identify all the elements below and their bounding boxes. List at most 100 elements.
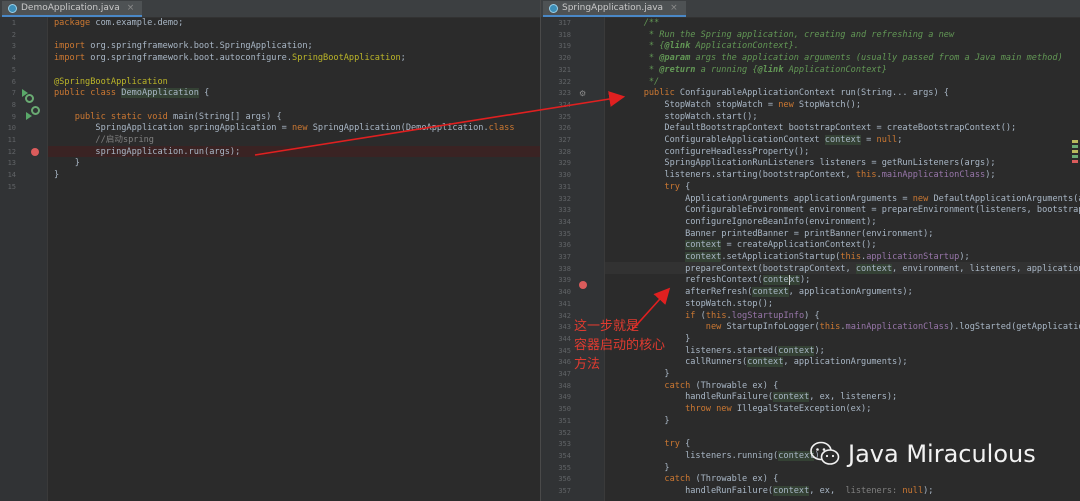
line-number: 10 — [7, 124, 16, 133]
code-line[interactable]: Banner printedBanner = printBanner(envir… — [623, 229, 933, 241]
line-number: 320 — [558, 54, 571, 63]
line-number: 9 — [11, 112, 16, 121]
code-line[interactable]: //启动spring — [54, 135, 154, 147]
line-number: 317 — [558, 19, 571, 27]
code-line[interactable]: stopWatch.start(); — [623, 112, 757, 124]
annotation-note: 这一步就是 容器启动的核心 方法 — [574, 319, 666, 372]
code-line[interactable]: try { — [623, 182, 690, 194]
code-line[interactable]: * @param args the application arguments … — [623, 53, 1063, 65]
code-line[interactable]: handleRunFailure(context, ex, listeners:… — [623, 486, 933, 498]
code-line[interactable]: /** — [623, 18, 660, 30]
code-line[interactable]: import org.springframework.boot.SpringAp… — [54, 41, 313, 53]
code-line[interactable]: * @return a running {@link ApplicationCo… — [623, 65, 887, 77]
code-line[interactable]: @SpringBootApplication — [54, 77, 168, 89]
code-line[interactable]: configureIgnoreBeanInfo(environment); — [623, 217, 876, 229]
code-line[interactable]: new StartupInfoLogger(this.mainApplicati… — [623, 322, 1080, 334]
code-line[interactable]: import org.springframework.boot.autoconf… — [54, 53, 406, 65]
gear-icon[interactable]: ⚙ — [579, 89, 586, 98]
line-number: 333 — [558, 206, 571, 215]
code-line[interactable]: context.setApplicationStartup(this.appli… — [623, 252, 970, 264]
tab-demo-application[interactable]: DemoApplication.java × — [2, 1, 143, 17]
line-number: 343 — [558, 323, 571, 332]
code-line[interactable]: listeners.starting(bootstrapContext, thi… — [623, 170, 995, 182]
breakpoint-icon[interactable] — [31, 148, 39, 156]
java-class-icon — [8, 3, 17, 13]
code-line[interactable]: StopWatch stopWatch = new StopWatch(); — [623, 100, 861, 112]
code-line[interactable]: ApplicationArguments applicationArgument… — [623, 194, 1080, 206]
code-line[interactable]: callRunners(context, applicationArgument… — [623, 357, 908, 369]
close-icon[interactable]: × — [127, 3, 135, 13]
line-number: 348 — [558, 381, 571, 390]
line-number: 325 — [558, 112, 571, 121]
code-line[interactable]: try { — [623, 439, 690, 451]
right-tab-bar: SpringApplication.java × — [541, 0, 1080, 18]
line-number: 1 — [11, 19, 16, 27]
close-icon[interactable]: × — [670, 3, 678, 13]
code-line[interactable]: DefaultBootstrapContext bootstrapContext… — [623, 123, 1016, 135]
line-number: 344 — [558, 334, 571, 343]
right-gutter[interactable]: 317 318 319 320 321 322 323 324 325 326 327 328 329 3… — [541, 17, 605, 501]
line-number: 341 — [558, 299, 571, 308]
java-class-icon — [549, 3, 558, 13]
line-number: 8 — [11, 100, 16, 109]
code-line[interactable]: public class DemoApplication { — [54, 88, 209, 100]
code-line[interactable]: ConfigurableEnvironment environment = pr… — [623, 205, 1080, 217]
code-line[interactable]: catch (Throwable ex) { — [623, 474, 778, 486]
code-line[interactable]: handleRunFailure(context, ex, listeners)… — [623, 392, 897, 404]
breakpoint-icon[interactable] — [579, 281, 587, 289]
run-icon[interactable] — [26, 112, 32, 120]
line-number: 6 — [11, 77, 16, 86]
line-number: 357 — [558, 487, 571, 495]
line-number: 337 — [558, 253, 571, 261]
line-number: 336 — [558, 241, 571, 250]
left-editor-pane: DemoApplication.java × 1 2 3 4 5 6 7 8 9 10 11 12 13… — [0, 0, 540, 501]
tab-spring-application[interactable]: SpringApplication.java × — [543, 1, 686, 17]
line-number: 340 — [558, 288, 571, 297]
code-line[interactable]: configureHeadlessProperty(); — [623, 147, 809, 159]
code-line[interactable]: } — [623, 463, 669, 475]
code-line[interactable]: package com.example.demo; — [54, 18, 183, 30]
line-number: 329 — [558, 159, 571, 168]
line-number: 324 — [558, 100, 571, 109]
line-number: 322 — [558, 77, 571, 86]
line-number: 5 — [11, 65, 16, 74]
code-line[interactable]: throw new IllegalStateException(ex); — [623, 404, 871, 416]
line-number: 318 — [558, 30, 571, 39]
code-line[interactable]: ConfigurableApplicationContext context =… — [623, 135, 902, 147]
code-line[interactable]: public ConfigurableApplicationContext ru… — [623, 88, 949, 100]
line-number: 353 — [558, 440, 571, 449]
code-line[interactable]: prepareContext(bootstrapContext, context… — [623, 263, 1080, 276]
watermark-text: Java Miraculous — [848, 440, 1036, 468]
line-number: 12 — [7, 147, 16, 156]
left-gutter[interactable]: 1 2 3 4 5 6 7 8 9 10 11 12 13 14 15 — [0, 17, 48, 501]
left-tab-bar: DemoApplication.java × — [0, 0, 540, 18]
code-line[interactable]: public static void main(String[] args) { — [54, 112, 282, 124]
code-line[interactable]: afterRefresh(context, applicationArgumen… — [623, 287, 913, 299]
code-line[interactable]: SpringApplication springApplication = ne… — [54, 123, 514, 135]
code-line[interactable]: stopWatch.stop(); — [623, 299, 773, 311]
code-line[interactable]: * Run the Spring application, creating a… — [623, 30, 954, 42]
line-number: 347 — [558, 370, 571, 378]
code-line[interactable]: } — [54, 158, 80, 170]
line-number: 15 — [7, 182, 16, 191]
run-icon[interactable] — [22, 89, 28, 97]
line-number: 332 — [558, 194, 571, 203]
line-number: 2 — [11, 30, 16, 39]
code-line[interactable]: catch (Throwable ex) { — [623, 381, 778, 393]
line-number: 4 — [11, 54, 16, 63]
code-line[interactable]: */ — [623, 77, 659, 89]
line-number: 356 — [558, 475, 571, 484]
tab-label: DemoApplication.java — [21, 3, 120, 13]
line-number: 351 — [558, 416, 571, 425]
code-line[interactable]: springApplication.run(args); — [54, 147, 240, 159]
code-line[interactable]: } — [54, 170, 59, 182]
scrollbar-markers[interactable] — [1072, 140, 1078, 164]
line-number: 14 — [7, 171, 16, 180]
code-line[interactable]: context = createApplicationContext(); — [623, 240, 877, 252]
code-line[interactable]: } — [623, 416, 669, 428]
code-line[interactable]: refreshContext(context); — [623, 275, 810, 287]
code-line[interactable]: SpringApplicationRunListeners listeners … — [623, 158, 995, 170]
spring-bean-icon[interactable] — [31, 106, 40, 115]
code-line[interactable]: listeners.running(context); — [623, 450, 825, 463]
code-line[interactable]: * {@link ApplicationContext}. — [623, 41, 799, 53]
